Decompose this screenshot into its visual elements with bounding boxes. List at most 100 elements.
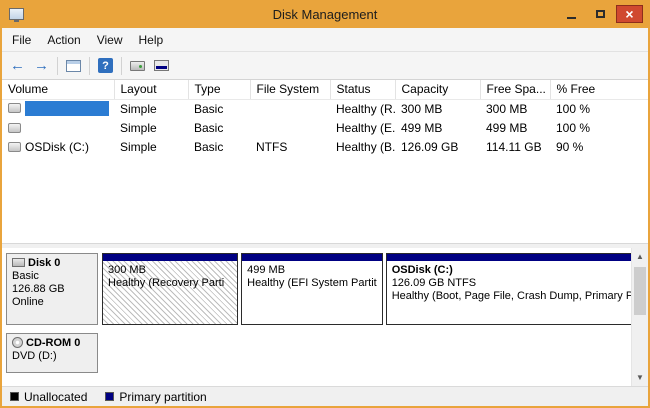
scrollbar-track[interactable]: [632, 265, 648, 369]
disk0-size: 126.88 GB: [12, 283, 92, 296]
cell-capacity: 300 MB: [395, 99, 480, 118]
cell-layout: Simple: [114, 137, 188, 156]
back-button[interactable]: ←: [6, 54, 29, 77]
cell-file-system: NTFS: [250, 137, 330, 156]
menu-file[interactable]: File: [4, 30, 39, 50]
toolbar: ← → ?: [2, 51, 648, 80]
console-tree-button[interactable]: [62, 54, 85, 77]
table-row[interactable]: Simple Basic Healthy (R... 300 MB 300 MB…: [2, 99, 648, 118]
console-tree-icon: [66, 60, 81, 72]
cell-pct-free: 100 %: [550, 99, 648, 118]
volume-table: Volume Layout Type File System Status Ca…: [2, 80, 648, 156]
forward-icon: →: [34, 58, 49, 73]
close-icon: ×: [625, 7, 633, 21]
col-capacity[interactable]: Capacity: [395, 80, 480, 99]
unallocated-label: Unallocated: [24, 390, 87, 404]
disk-list-view-button[interactable]: [126, 54, 149, 77]
partition-osdisk[interactable]: OSDisk (C:) 126.09 GB NTFS Healthy (Boot…: [386, 253, 647, 325]
partition-size: 300 MB: [108, 264, 232, 277]
window-controls: ×: [558, 5, 648, 23]
col-status[interactable]: Status: [330, 80, 395, 99]
partition-size: 499 MB: [247, 264, 377, 277]
disk0-row: Disk 0 Basic 126.88 GB Online 300 MB Hea…: [6, 253, 626, 325]
minimize-button[interactable]: [558, 5, 585, 23]
cdrom-name: CD-ROM 0: [26, 337, 80, 349]
toolbar-separator: [121, 57, 122, 75]
cell-free-space: 114.11 GB: [480, 137, 550, 156]
disk0-label[interactable]: Disk 0 Basic 126.88 GB Online: [6, 253, 98, 325]
volume-icon: [8, 123, 21, 133]
disk0-status: Online: [12, 296, 92, 309]
disk-list-icon: [130, 61, 145, 71]
col-type[interactable]: Type: [188, 80, 250, 99]
col-file-system[interactable]: File System: [250, 80, 330, 99]
primary-partition-bar: [103, 254, 237, 261]
menubar: File Action View Help: [2, 28, 648, 51]
volume-icon: [8, 142, 21, 152]
close-button[interactable]: ×: [616, 5, 643, 23]
cell-type: Basic: [188, 118, 250, 137]
col-volume[interactable]: Volume: [2, 80, 114, 99]
cdrom-type: DVD (D:): [12, 350, 92, 363]
legend-primary-partition: Primary partition: [105, 390, 206, 404]
cell-layout: Simple: [114, 99, 188, 118]
disk0-type: Basic: [12, 270, 92, 283]
toolbar-separator: [89, 57, 90, 75]
cdrom-row: CD-ROM 0 DVD (D:): [6, 333, 626, 373]
selected-volume-name: [25, 101, 109, 116]
volume-name: OSDisk (C:): [25, 140, 89, 154]
volume-icon: [8, 103, 21, 113]
cell-file-system: [250, 118, 330, 137]
toolbar-separator: [57, 57, 58, 75]
cell-type: Basic: [188, 99, 250, 118]
menu-help[interactable]: Help: [131, 30, 172, 50]
forward-button[interactable]: →: [30, 54, 53, 77]
help-icon: ?: [98, 58, 113, 73]
primary-partition-bar: [242, 254, 382, 261]
table-row[interactable]: Simple Basic Healthy (E... 499 MB 499 MB…: [2, 118, 648, 137]
hard-disk-icon: [12, 258, 25, 267]
col-free-space[interactable]: Free Spa...: [480, 80, 550, 99]
partition-recovery[interactable]: 300 MB Healthy (Recovery Parti: [102, 253, 238, 325]
menu-action[interactable]: Action: [39, 30, 88, 50]
vertical-scrollbar[interactable]: ▲ ▼: [631, 248, 648, 386]
cell-pct-free: 100 %: [550, 118, 648, 137]
cdrom-label[interactable]: CD-ROM 0 DVD (D:): [6, 333, 98, 373]
cell-type: Basic: [188, 137, 250, 156]
minimize-icon: [567, 17, 576, 19]
partition-status: Healthy (Boot, Page File, Crash Dump, Pr…: [392, 290, 641, 303]
partition-status: Healthy (Recovery Parti: [108, 277, 232, 290]
cell-status: Healthy (B...: [330, 137, 395, 156]
scroll-down-button[interactable]: ▼: [632, 369, 648, 386]
table-header-row: Volume Layout Type File System Status Ca…: [2, 80, 648, 99]
cell-pct-free: 90 %: [550, 137, 648, 156]
menu-view[interactable]: View: [89, 30, 131, 50]
scrollbar-thumb[interactable]: [634, 267, 646, 315]
volume-list-panel: Volume Layout Type File System Status Ca…: [2, 80, 648, 244]
legend-bar: Unallocated Primary partition: [2, 386, 648, 406]
cdrom-media-area: [102, 333, 626, 373]
disk-management-window: Disk Management × File Action View Help …: [0, 0, 650, 408]
graphical-view-panel: Disk 0 Basic 126.88 GB Online 300 MB Hea…: [2, 248, 648, 386]
cell-status: Healthy (E...: [330, 118, 395, 137]
legend-unallocated: Unallocated: [10, 390, 87, 404]
col-layout[interactable]: Layout: [114, 80, 188, 99]
scroll-up-icon: ▲: [636, 252, 644, 261]
partition-status: Healthy (EFI System Partit: [247, 277, 377, 290]
scroll-up-button[interactable]: ▲: [632, 248, 648, 265]
partition-efi[interactable]: 499 MB Healthy (EFI System Partit: [241, 253, 383, 325]
cell-status: Healthy (R...: [330, 99, 395, 118]
help-button[interactable]: ?: [94, 54, 117, 77]
back-icon: ←: [10, 58, 25, 73]
col-pct-free[interactable]: % Free: [550, 80, 648, 99]
table-row[interactable]: OSDisk (C:) Simple Basic NTFS Healthy (B…: [2, 137, 648, 156]
partition-size: 126.09 GB NTFS: [392, 277, 641, 290]
disk0-name: Disk 0: [28, 257, 60, 269]
graphical-view-button[interactable]: [150, 54, 173, 77]
cell-free-space: 300 MB: [480, 99, 550, 118]
maximize-button[interactable]: [587, 5, 614, 23]
primary-partition-label: Primary partition: [119, 390, 206, 404]
titlebar[interactable]: Disk Management ×: [2, 0, 648, 28]
cd-rom-icon: [12, 337, 23, 348]
graphical-view-icon: [154, 60, 169, 71]
